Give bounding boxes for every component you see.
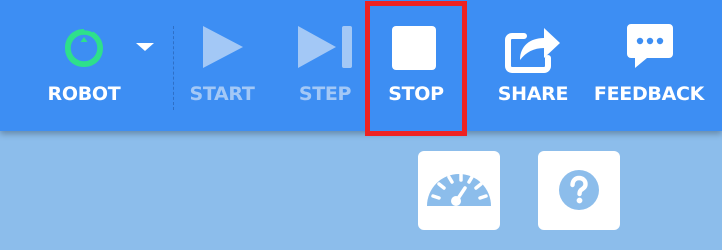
share-label: SHARE [497, 83, 569, 105]
toolbar-divider [173, 26, 174, 110]
play-icon [203, 26, 243, 68]
chat-bubble-icon [627, 24, 673, 68]
stop-highlight-box [365, 1, 467, 136]
start-label: START [189, 83, 255, 105]
help-icon [559, 170, 599, 210]
speedometer-icon [427, 172, 491, 206]
chevron-down-icon[interactable] [134, 40, 156, 54]
robot-label: ROBOT [47, 83, 121, 105]
step-button[interactable]: STEP [286, 0, 364, 131]
step-icon [298, 26, 352, 68]
share-icon [505, 28, 560, 73]
robot-button[interactable]: ROBOT [40, 0, 128, 131]
share-button[interactable]: SHARE [490, 0, 576, 131]
start-button[interactable]: START [180, 0, 264, 131]
step-label: STEP [298, 83, 352, 105]
feedback-button[interactable]: FEEDBACK [590, 0, 708, 131]
toolbar: ROBOT START STEP STOP SHARE FEEDBACK [0, 0, 722, 136]
speed-button[interactable] [418, 151, 500, 230]
help-button[interactable] [538, 151, 620, 230]
robot-icon [65, 29, 103, 67]
feedback-label: FEEDBACK [593, 83, 705, 105]
